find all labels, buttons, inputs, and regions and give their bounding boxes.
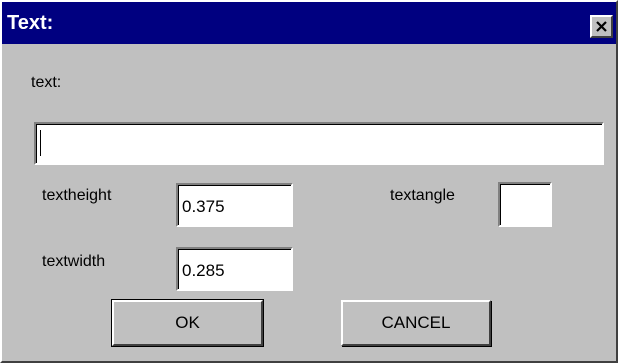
close-icon bbox=[596, 21, 607, 32]
textangle-input[interactable] bbox=[498, 182, 552, 227]
dialog-title: Text: bbox=[7, 12, 54, 34]
ok-button[interactable]: OK bbox=[111, 299, 264, 347]
text-dialog: Text: text: textheight textangle textwid… bbox=[0, 0, 618, 363]
textangle-label: textangle bbox=[390, 187, 455, 204]
textwidth-input[interactable] bbox=[176, 247, 293, 291]
title-bar[interactable]: Text: bbox=[2, 2, 616, 44]
cancel-button[interactable]: CANCEL bbox=[341, 300, 491, 346]
ok-button-label: OK bbox=[175, 313, 200, 332]
text-input[interactable] bbox=[34, 122, 604, 165]
textheight-label: textheight bbox=[42, 187, 112, 204]
text-label: text: bbox=[31, 74, 62, 91]
cancel-button-label: CANCEL bbox=[381, 313, 451, 332]
text-cursor bbox=[40, 130, 41, 156]
textwidth-label: textwidth bbox=[42, 253, 106, 270]
close-button[interactable] bbox=[590, 15, 613, 38]
textheight-input[interactable] bbox=[176, 183, 293, 227]
